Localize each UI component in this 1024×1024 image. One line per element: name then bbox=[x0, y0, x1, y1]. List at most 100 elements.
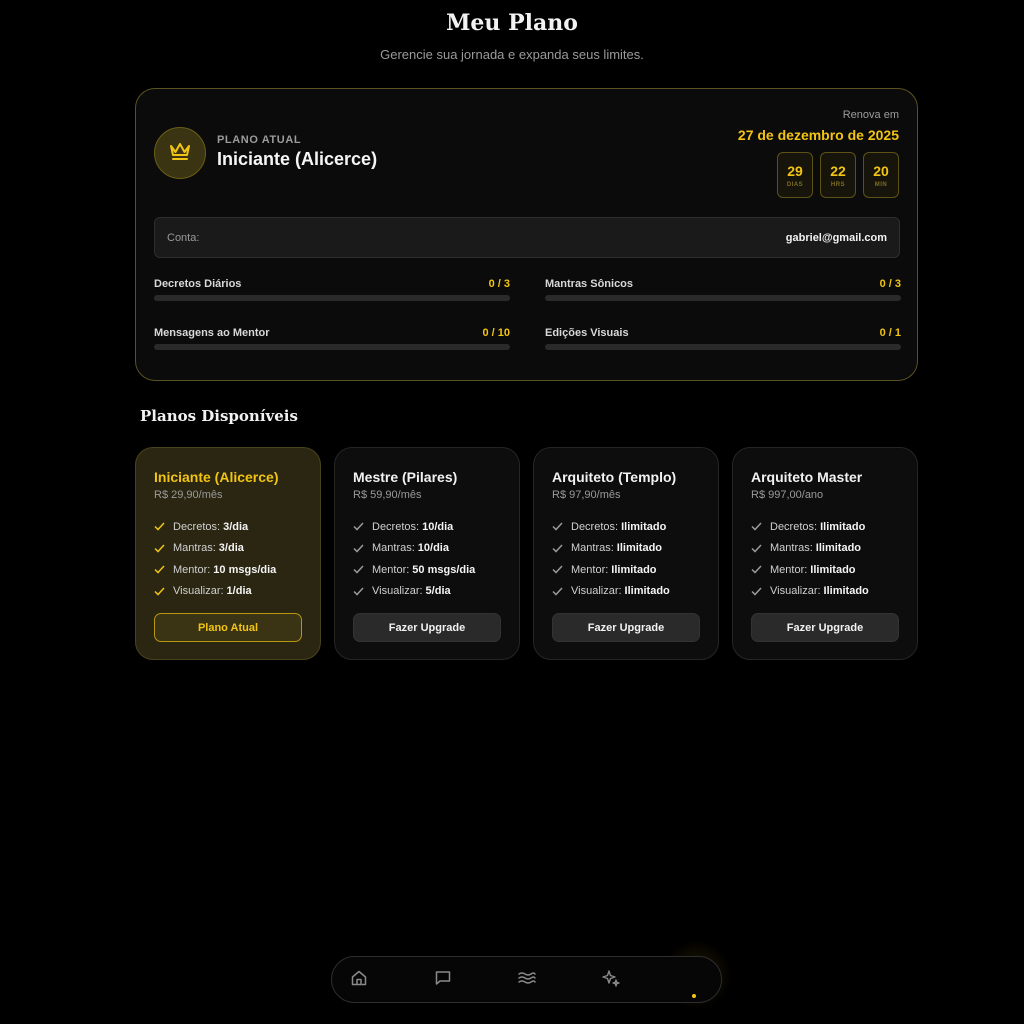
waves-icon bbox=[517, 969, 537, 992]
countdown-unit: MIN bbox=[874, 181, 888, 188]
nav-home[interactable] bbox=[348, 969, 370, 991]
check-icon bbox=[154, 587, 166, 596]
check-icon bbox=[154, 544, 166, 553]
plan-feature: Decretos: Ilimitado bbox=[751, 516, 869, 538]
account-email: gabriel@gmail.com bbox=[785, 232, 887, 244]
upgrade-button[interactable]: Fazer Upgrade bbox=[552, 613, 700, 642]
check-icon bbox=[552, 544, 564, 553]
nav-mantras[interactable] bbox=[516, 969, 538, 991]
usage-value: 0 / 10 bbox=[482, 327, 510, 339]
plan-feature: Visualizar: 1/dia bbox=[154, 581, 276, 603]
countdown-unit: DIAS bbox=[786, 181, 804, 188]
feature-value: 10/dia bbox=[417, 542, 449, 555]
usage-bar bbox=[545, 295, 901, 301]
account-row: Conta: gabriel@gmail.com bbox=[154, 217, 900, 258]
plan-card-iniciante: Iniciante (Alicerce) R$ 29,90/mês Decret… bbox=[135, 447, 321, 660]
account-label: Conta: bbox=[167, 232, 200, 244]
plan-feature: Decretos: Ilimitado bbox=[552, 516, 670, 538]
plan-features: Decretos: 10/dia Mantras: 10/dia Mentor: 50… bbox=[353, 516, 475, 602]
feature-label: Mentor: bbox=[173, 563, 211, 576]
page-subtitle: Gerencie sua jornada e expanda seus limi… bbox=[380, 47, 644, 62]
plan-feature: Visualizar: Ilimitado bbox=[552, 581, 670, 603]
usage-edicoes: Edições Visuais 0 / 1 bbox=[545, 327, 901, 351]
feature-value: Ilimitado bbox=[624, 585, 670, 598]
upgrade-button[interactable]: Fazer Upgrade bbox=[751, 613, 899, 642]
feature-label: Mentor: bbox=[372, 563, 410, 576]
check-icon bbox=[353, 522, 365, 531]
feature-value: 1/dia bbox=[226, 585, 252, 598]
countdown-value: 22 bbox=[830, 162, 846, 179]
current-plan-card: PLANO ATUAL Iniciante (Alicerce) Renova … bbox=[135, 88, 918, 381]
check-icon bbox=[552, 522, 564, 531]
usage-label: Edições Visuais bbox=[545, 327, 629, 339]
check-icon bbox=[154, 565, 166, 574]
feature-label: Mantras: bbox=[173, 542, 216, 555]
feature-label: Mentor: bbox=[571, 563, 609, 576]
nav-visualize[interactable] bbox=[600, 969, 622, 991]
plan-feature: Mantras: 3/dia bbox=[154, 538, 276, 560]
sparkles-icon bbox=[602, 969, 620, 992]
page-title: Meu Plano bbox=[446, 10, 578, 36]
feature-label: Decretos: bbox=[571, 520, 619, 533]
nav-chat[interactable] bbox=[432, 969, 454, 991]
feature-label: Visualizar: bbox=[372, 585, 423, 598]
feature-label: Mantras: bbox=[372, 542, 415, 555]
plan-feature: Decretos: 3/dia bbox=[154, 516, 276, 538]
plan-price: R$ 97,90/mês bbox=[552, 489, 621, 501]
plan-feature: Mentor: 50 msgs/dia bbox=[353, 559, 475, 581]
feature-value: 3/dia bbox=[223, 520, 249, 533]
plan-name: Arquiteto (Templo) bbox=[552, 469, 677, 485]
plans-section-title: Planos Disponíveis bbox=[140, 407, 298, 425]
plan-price: R$ 997,00/ano bbox=[751, 489, 824, 501]
plan-features: Decretos: Ilimitado Mantras: Ilimitado Men… bbox=[751, 516, 869, 602]
check-icon bbox=[154, 522, 166, 531]
plan-feature: Mentor: 10 msgs/dia bbox=[154, 559, 276, 581]
usage-label: Decretos Diários bbox=[154, 278, 242, 290]
current-plan-button[interactable]: Plano Atual bbox=[154, 613, 302, 642]
feature-label: Mantras: bbox=[571, 542, 614, 555]
feature-value: Ilimitado bbox=[823, 585, 869, 598]
current-plan-name: Iniciante (Alicerce) bbox=[217, 149, 378, 169]
feature-value: Ilimitado bbox=[611, 563, 657, 576]
check-icon bbox=[552, 587, 564, 596]
bottom-nav bbox=[331, 956, 722, 1003]
plan-feature: Mentor: Ilimitado bbox=[552, 559, 670, 581]
renew-countdown: 29 DIAS 22 HRS 20 MIN bbox=[777, 152, 899, 198]
usage-mantras: Mantras Sônicos 0 / 3 bbox=[545, 278, 901, 302]
feature-label: Decretos: bbox=[372, 520, 420, 533]
countdown-days: 29 DIAS bbox=[777, 152, 813, 198]
countdown-value: 20 bbox=[873, 162, 889, 179]
usage-value: 0 / 3 bbox=[879, 278, 901, 290]
plan-feature: Visualizar: 5/dia bbox=[353, 581, 475, 603]
feature-label: Mentor: bbox=[770, 563, 808, 576]
plan-feature: Mantras: Ilimitado bbox=[751, 538, 869, 560]
usage-value: 0 / 3 bbox=[488, 278, 510, 290]
check-icon bbox=[751, 565, 763, 574]
countdown-hours: 22 HRS bbox=[820, 152, 856, 198]
feature-value: Ilimitado bbox=[820, 520, 866, 533]
feature-label: Visualizar: bbox=[770, 585, 821, 598]
feature-label: Mantras: bbox=[770, 542, 813, 555]
feature-value: Ilimitado bbox=[616, 542, 663, 555]
feature-value: 5/dia bbox=[425, 585, 451, 598]
plan-name: Arquiteto Master bbox=[751, 469, 863, 485]
usage-mensagens: Mensagens ao Mentor 0 / 10 bbox=[154, 327, 510, 351]
plan-feature: Mantras: Ilimitado bbox=[552, 538, 670, 560]
chat-icon bbox=[434, 969, 452, 992]
usage-bar bbox=[154, 295, 510, 301]
check-icon bbox=[751, 522, 763, 531]
usage-decretos: Decretos Diários 0 / 3 bbox=[154, 278, 510, 302]
feature-label: Visualizar: bbox=[571, 585, 622, 598]
feature-label: Visualizar: bbox=[173, 585, 224, 598]
check-icon bbox=[353, 565, 365, 574]
nav-plan[interactable] bbox=[684, 969, 706, 991]
nav-active-indicator bbox=[692, 994, 696, 998]
renew-label: Renova em bbox=[842, 109, 899, 121]
crown-badge bbox=[154, 127, 206, 179]
feature-value: 10/dia bbox=[422, 520, 454, 533]
feature-label: Decretos: bbox=[173, 520, 221, 533]
current-plan-eyebrow: PLANO ATUAL bbox=[217, 134, 302, 146]
upgrade-button[interactable]: Fazer Upgrade bbox=[353, 613, 501, 642]
check-icon bbox=[353, 544, 365, 553]
plan-feature: Decretos: 10/dia bbox=[353, 516, 475, 538]
